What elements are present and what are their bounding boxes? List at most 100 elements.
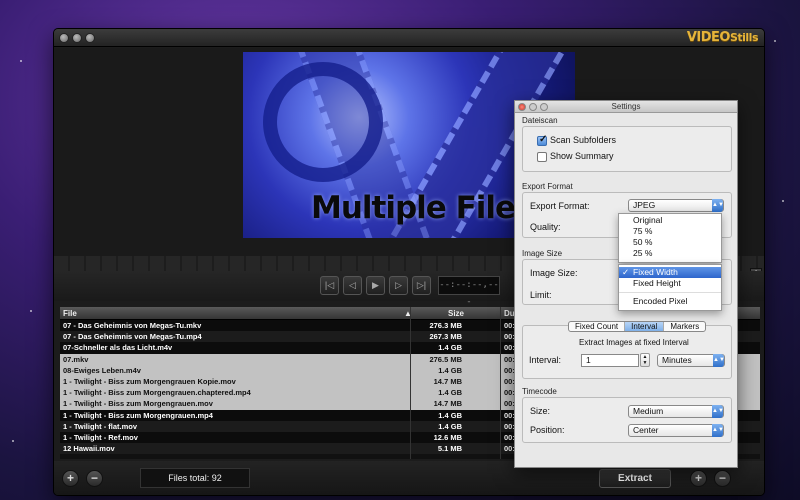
file-name: 08-Ewiges Leben.m4v — [63, 365, 141, 375]
background-star — [782, 200, 784, 202]
limit-label: Limit: — [530, 290, 552, 300]
close-settings-button[interactable] — [518, 103, 526, 111]
column-divider — [500, 307, 501, 459]
file-size: 1.4 GB — [438, 365, 462, 375]
step-forward-icon[interactable]: ▷ — [389, 276, 408, 295]
background-star — [30, 310, 32, 312]
file-name: 1 - Twilight - flat.mov — [63, 421, 138, 431]
chevron-updown-icon: ▲▼ — [712, 405, 724, 418]
zoom-settings-button[interactable] — [540, 103, 548, 111]
add-file-button[interactable]: + — [62, 470, 79, 487]
file-size: 14.7 MB — [433, 399, 462, 409]
file-size: 5.1 MB — [437, 444, 462, 454]
tab-fixed-count[interactable]: Fixed Count — [569, 322, 626, 331]
skip-end-icon[interactable]: ▷| — [412, 276, 431, 295]
minimize-settings-button[interactable] — [529, 103, 537, 111]
app-logo: VIDEOStills — [686, 30, 759, 45]
file-name: 07 - Das Geheimnis von Megas-Tu.mkv — [63, 321, 202, 330]
background-star — [774, 40, 776, 42]
add-button-right[interactable]: + — [690, 470, 707, 487]
quality-option-25[interactable]: 25 % — [619, 248, 721, 259]
extract-caption: Extract Images at fixed Interval — [579, 338, 689, 347]
quality-menu: Original 75 % 50 % 25 % — [618, 213, 722, 263]
timecode-size-label: Size: — [530, 406, 551, 416]
scan-subfolders-label: Scan Subfolders — [550, 135, 617, 145]
settings-title: Settings — [611, 102, 641, 111]
extract-mode-group: Fixed Count Interval Markers Extract Ima… — [522, 321, 732, 379]
file-name: 07-Schneller als das Licht.m4v — [63, 343, 173, 353]
chevron-updown-icon: ▲▼ — [713, 354, 725, 367]
scan-subfolders-checkbox[interactable] — [537, 134, 547, 146]
interval-unit-select[interactable]: Minutes ▲▼ — [657, 354, 725, 367]
tab-markers[interactable]: Markers — [664, 322, 705, 331]
tab-interval[interactable]: Interval — [625, 322, 665, 331]
file-size: 1.4 GB — [438, 410, 462, 420]
timecode-display: --:--:--,--- — [438, 276, 500, 307]
timecode-size-select[interactable]: Medium ▲▼ — [628, 405, 724, 418]
interval-label: Interval: — [529, 355, 562, 365]
quality-label: Quality: — [530, 222, 561, 232]
background-star — [12, 440, 14, 442]
interval-stepper[interactable]: ▲ ▼ — [640, 353, 650, 367]
file-size: 1.4 GB — [438, 388, 462, 398]
image-size-option-fixed-height[interactable]: Fixed Height — [619, 278, 721, 289]
column-divider — [410, 307, 411, 459]
settings-title-bar: Settings — [515, 101, 737, 113]
file-size: 267.3 MB — [429, 332, 462, 342]
timecode-position-label: Position: — [530, 425, 565, 435]
show-summary-label: Show Summary — [550, 151, 614, 161]
image-size-option-encoded-pixel[interactable]: Encoded Pixel — [619, 296, 721, 307]
close-window-button[interactable] — [59, 33, 69, 43]
timecode-group: Size: Medium ▲▼ Position: Center ▲▼ — [522, 397, 732, 443]
quality-option-original[interactable]: Original — [619, 215, 721, 226]
file-name: 12 Hawaii.mov — [63, 444, 115, 454]
file-size: 276.5 MB — [429, 354, 462, 364]
checkmark-icon: ✓ — [622, 267, 630, 277]
file-name: 1 - Twilight - Biss zum Morgengrauen.cha… — [63, 388, 251, 398]
quality-option-50[interactable]: 50 % — [619, 237, 721, 248]
remove-button-right[interactable]: − — [714, 470, 731, 487]
file-name: 07.mkv — [63, 354, 89, 364]
file-name: 1 - Twilight - Biss zum Morgengrauen.mov — [63, 399, 213, 409]
extract-button[interactable]: Extract — [599, 469, 671, 488]
chevron-updown-icon: ▲▼ — [712, 199, 724, 212]
show-summary-checkbox[interactable] — [537, 152, 547, 162]
section-title-export: Export Format — [522, 182, 573, 191]
image-size-menu: ✓ Fixed Width Fixed Height Encoded Pixel — [618, 264, 722, 311]
remove-file-button[interactable]: − — [86, 470, 103, 487]
column-header-size[interactable]: Size — [448, 309, 464, 318]
reel-graphic — [263, 62, 383, 182]
zoom-window-button[interactable] — [85, 33, 95, 43]
dateiscan-group: Scan Subfolders Show Summary — [522, 126, 732, 172]
section-title-image-size: Image Size — [522, 249, 563, 258]
file-size: 1.4 GB — [438, 343, 462, 353]
preview-caption: Multiple Files — [311, 190, 534, 226]
file-name: 1 - Twilight - Biss zum Morgengrauen.mp4 — [63, 410, 213, 420]
file-size: 12.6 MB — [433, 432, 462, 442]
files-total-label: Files total: 92 — [140, 468, 250, 488]
export-format-select[interactable]: JPEG ▲▼ — [628, 199, 724, 212]
timecode-position-select[interactable]: Center ▲▼ — [628, 424, 724, 437]
file-size: 1.4 GB — [438, 421, 462, 431]
title-bar: VIDEOStills — [54, 29, 764, 47]
export-format-label: Export Format: — [530, 201, 590, 211]
background-star — [20, 60, 22, 62]
file-name: 1 - Twilight - Biss zum Morgengrauen Kop… — [63, 376, 236, 386]
skip-start-icon[interactable]: |◁ — [320, 276, 339, 295]
step-back-icon[interactable]: ◁ — [343, 276, 362, 295]
file-name: 07 - Das Geheimnis von Megas-Tu.mp4 — [63, 332, 202, 342]
section-title-timecode: Timecode — [522, 387, 557, 396]
minimize-window-button[interactable] — [72, 33, 82, 43]
play-icon[interactable]: ▶ — [366, 276, 385, 295]
column-header-file[interactable]: File — [63, 309, 77, 318]
section-title-dateiscan: Dateiscan — [522, 116, 558, 125]
quality-option-75[interactable]: 75 % — [619, 226, 721, 237]
file-size: 276.3 MB — [429, 321, 462, 330]
interval-input[interactable]: 1 — [581, 354, 639, 367]
chevron-updown-icon: ▲▼ — [712, 424, 724, 437]
image-size-label: Image Size: — [530, 268, 578, 278]
menu-separator — [619, 292, 721, 293]
extract-mode-tabs: Fixed Count Interval Markers — [568, 321, 707, 332]
file-size: 14.7 MB — [433, 376, 462, 386]
image-size-option-fixed-width[interactable]: ✓ Fixed Width — [619, 267, 721, 278]
